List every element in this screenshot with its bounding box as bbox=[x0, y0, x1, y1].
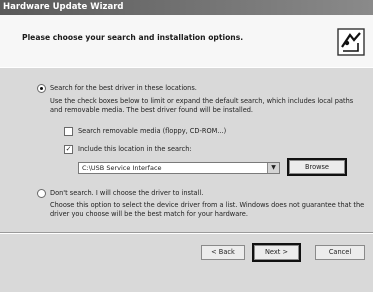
dropdown-arrow-icon[interactable]: ▼ bbox=[267, 163, 279, 173]
manual-option-label[interactable]: Don't search. I will choose the driver t… bbox=[50, 189, 203, 197]
include-location-label[interactable]: Include this location in the search: bbox=[78, 145, 192, 153]
title-bar: Hardware Update Wizard bbox=[0, 0, 373, 15]
manual-option-description: Choose this option to select the device … bbox=[50, 201, 365, 218]
location-combobox[interactable]: C:\USB Service Interface ▼ bbox=[78, 162, 280, 174]
back-button[interactable]: < Back bbox=[201, 245, 245, 260]
footer-divider-highlight bbox=[0, 233, 373, 234]
search-option-label[interactable]: Search for the best driver in these loca… bbox=[50, 84, 197, 92]
page-title: Please choose your search and installati… bbox=[22, 33, 244, 42]
header-divider bbox=[0, 67, 373, 68]
wizard-header: Please choose your search and installati… bbox=[0, 15, 373, 68]
removable-media-checkbox[interactable] bbox=[64, 127, 73, 136]
cancel-button[interactable]: Cancel bbox=[315, 245, 365, 260]
hardware-wizard-icon bbox=[337, 28, 365, 56]
window-title: Hardware Update Wizard bbox=[3, 2, 124, 12]
browse-button[interactable]: Browse bbox=[287, 158, 347, 176]
location-value: C:\USB Service Interface bbox=[82, 164, 162, 172]
removable-media-label[interactable]: Search removable media (floppy, CD-ROM..… bbox=[78, 127, 226, 135]
search-option-description: Use the check boxes below to limit or ex… bbox=[50, 97, 354, 114]
manual-radio[interactable] bbox=[37, 189, 46, 198]
next-button[interactable]: Next > bbox=[252, 243, 301, 262]
search-radio[interactable] bbox=[37, 84, 46, 93]
include-location-checkbox[interactable]: ✓ bbox=[64, 145, 73, 154]
